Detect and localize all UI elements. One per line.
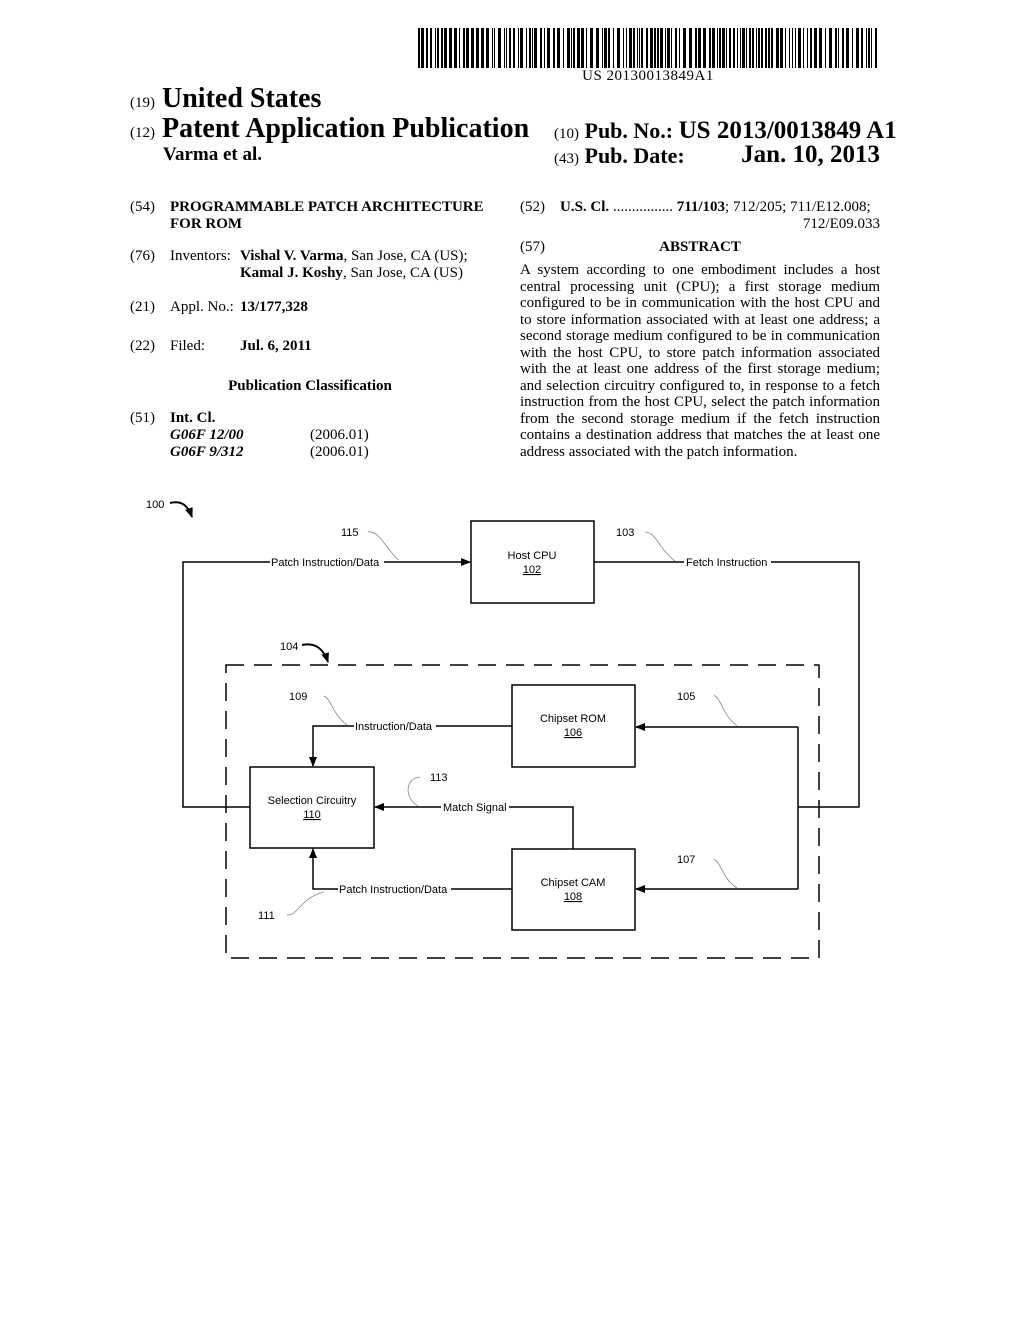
match-ref: 113	[430, 772, 448, 784]
patch-top-label: Patch Instruction/Data	[271, 557, 380, 569]
chipset-rom-block	[511, 684, 636, 768]
host-cpu-ref: 102	[523, 564, 541, 576]
chipset-cam-block	[511, 848, 636, 931]
figure-ref: 100	[146, 499, 164, 511]
fetch-label: Fetch Instruction	[686, 557, 767, 569]
patch-cam-label: Patch Instruction/Data	[339, 884, 448, 896]
chipset-cam-label: Chipset CAM	[541, 877, 606, 889]
fetch-ref: 103	[616, 527, 634, 539]
cam-to-selection-arrow	[309, 848, 338, 890]
patch-top-ref: 115	[341, 527, 359, 539]
leader-line	[367, 531, 399, 561]
chipset-cam-ref: 108	[564, 891, 582, 903]
cam-in-ref: 107	[677, 854, 695, 866]
chipset-rom-label: Chipset ROM	[540, 713, 606, 725]
figure-ref-arrow	[169, 501, 193, 518]
match-label: Match Signal	[443, 802, 507, 814]
subsystem-ref: 104	[280, 641, 298, 653]
leader-line	[286, 891, 325, 916]
chipset-rom-ref: 106	[564, 727, 582, 739]
rom-out-ref: 109	[289, 691, 307, 703]
leader-line	[644, 531, 676, 562]
leader-line	[323, 695, 348, 726]
rom-to-selection-arrow	[309, 725, 354, 767]
selection-label: Selection Circuitry	[268, 795, 357, 807]
host-cpu-label: Host CPU	[508, 550, 557, 562]
leader-line	[407, 776, 421, 807]
leader-line	[713, 858, 738, 889]
rom-out-label: Instruction/Data	[355, 721, 433, 733]
host-cpu-block	[470, 520, 595, 604]
leader-line	[713, 694, 738, 727]
block-diagram: 100 Host CPU 102 Patch Instruction/Data …	[146, 499, 860, 959]
selection-circuitry-block	[249, 766, 375, 849]
fetch-line-outer	[771, 561, 860, 808]
rom-in-ref: 105	[677, 691, 695, 703]
selection-ref: 110	[303, 809, 321, 821]
patch-cam-ref: 111	[258, 910, 275, 922]
subsystem-ref-arrow	[301, 643, 329, 663]
match-line	[509, 806, 574, 849]
